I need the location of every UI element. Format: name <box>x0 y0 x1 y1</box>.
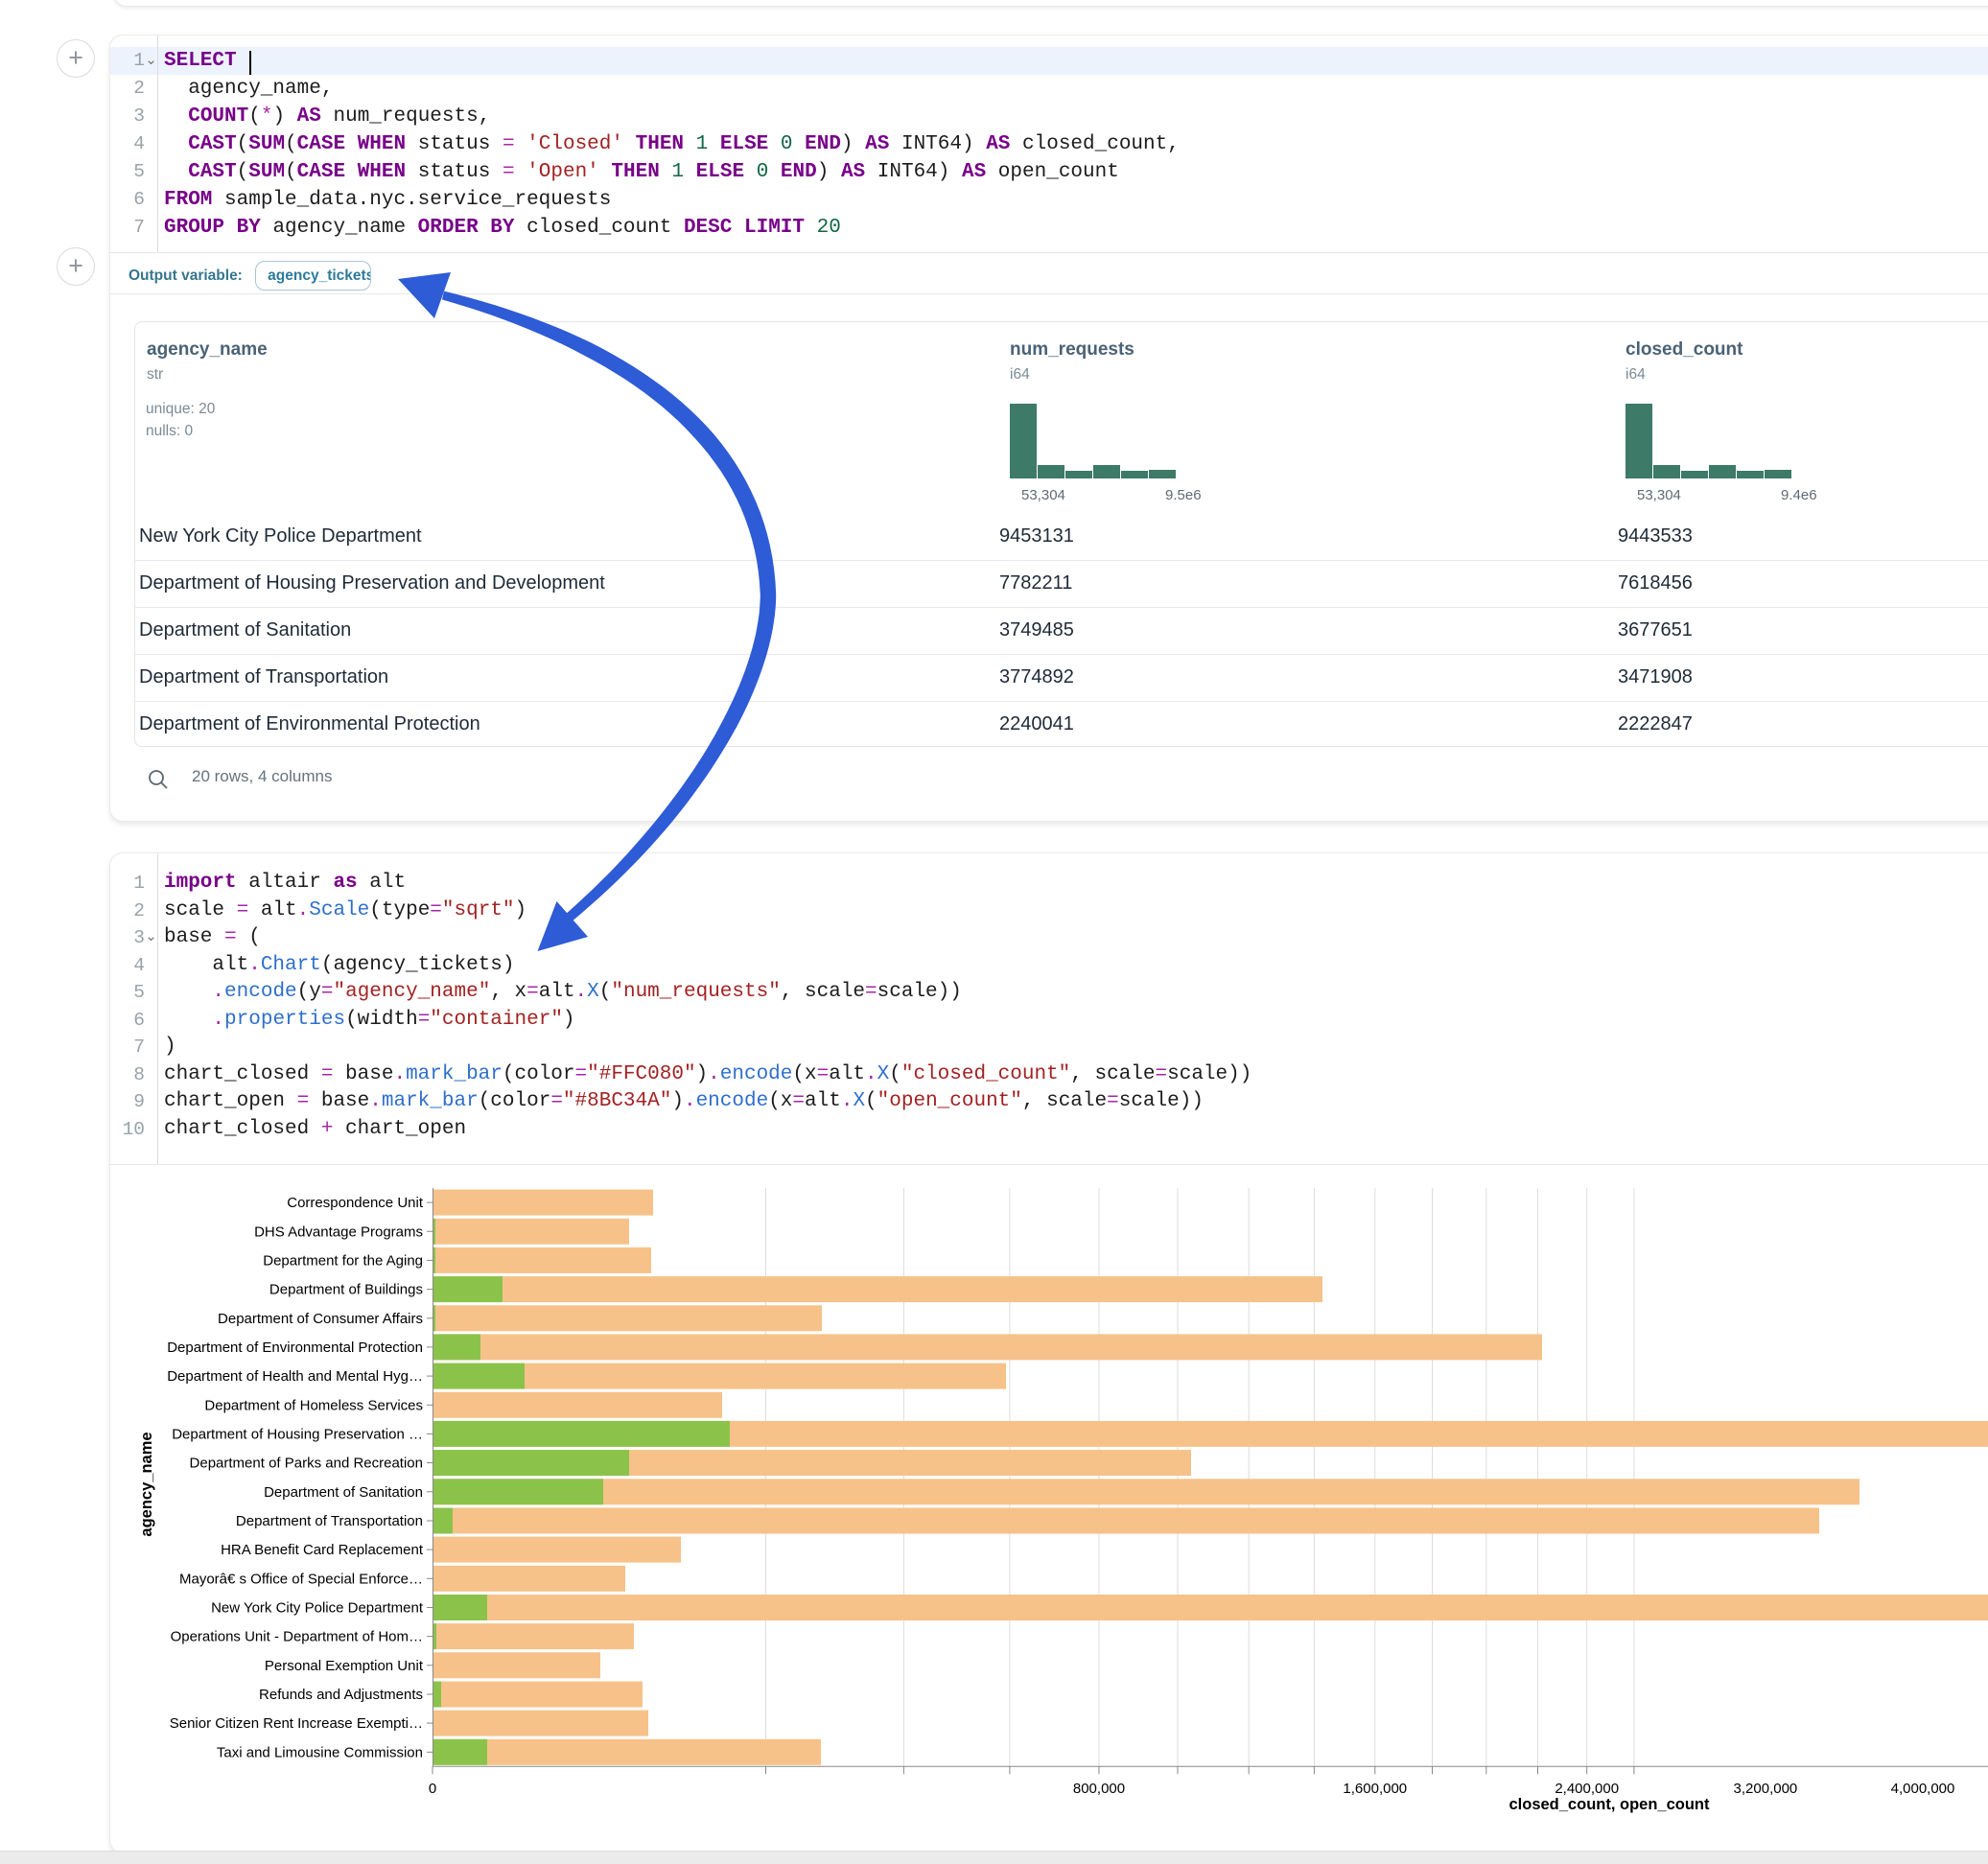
svg-text:1,600,000: 1,600,000 <box>1343 1781 1407 1797</box>
svg-text:800,000: 800,000 <box>1073 1781 1125 1797</box>
svg-text:0: 0 <box>429 1781 436 1797</box>
svg-text:Department of Sanitation: Department of Sanitation <box>264 1484 423 1501</box>
svg-text:Operations Unit - Department o: Operations Unit - Department of Hom… <box>171 1629 423 1645</box>
svg-text:4,000,000: 4,000,000 <box>1891 1781 1955 1797</box>
svg-text:Department of Buildings: Department of Buildings <box>269 1282 423 1298</box>
svg-text:Department for the Aging: Department for the Aging <box>263 1252 423 1269</box>
svg-text:Correspondence Unit: Correspondence Unit <box>287 1195 424 1211</box>
svg-text:Taxi and Limousine Commission: Taxi and Limousine Commission <box>217 1744 423 1760</box>
svg-text:DHS Advantage Programs: DHS Advantage Programs <box>254 1223 423 1240</box>
svg-text:closed_count, open_count: closed_count, open_count <box>1509 1796 1710 1813</box>
svg-text:Department of Environmental Pr: Department of Environmental Protection <box>167 1340 423 1356</box>
svg-text:2,400,000: 2,400,000 <box>1555 1781 1619 1797</box>
svg-text:Department of Homeless Service: Department of Homeless Services <box>204 1397 423 1413</box>
svg-text:Department of Health and Menta: Department of Health and Mental Hyg… <box>167 1368 423 1385</box>
svg-text:3,200,000: 3,200,000 <box>1734 1781 1798 1797</box>
svg-text:Department of Consumer Affairs: Department of Consumer Affairs <box>218 1311 423 1327</box>
svg-text:HRA Benefit Card Replacement: HRA Benefit Card Replacement <box>221 1542 424 1558</box>
svg-text:Mayorâ€ s Office of Special En: Mayorâ€ s Office of Special Enforce… <box>179 1571 423 1587</box>
svg-text:Department of Transportation: Department of Transportation <box>236 1513 423 1529</box>
svg-text:Department of Housing Preserva: Department of Housing Preservation … <box>172 1426 423 1442</box>
svg-text:Refunds and Adjustments: Refunds and Adjustments <box>259 1687 423 1703</box>
svg-text:Senior Citizen Rent Increase E: Senior Citizen Rent Increase Exempti… <box>170 1715 423 1732</box>
svg-text:Department of Parks and Recrea: Department of Parks and Recreation <box>190 1456 423 1472</box>
svg-text:agency_name: agency_name <box>138 1432 155 1536</box>
svg-text:Personal Exemption Unit: Personal Exemption Unit <box>265 1658 424 1674</box>
svg-text:New York City Police Departmen: New York City Police Department <box>211 1600 424 1617</box>
